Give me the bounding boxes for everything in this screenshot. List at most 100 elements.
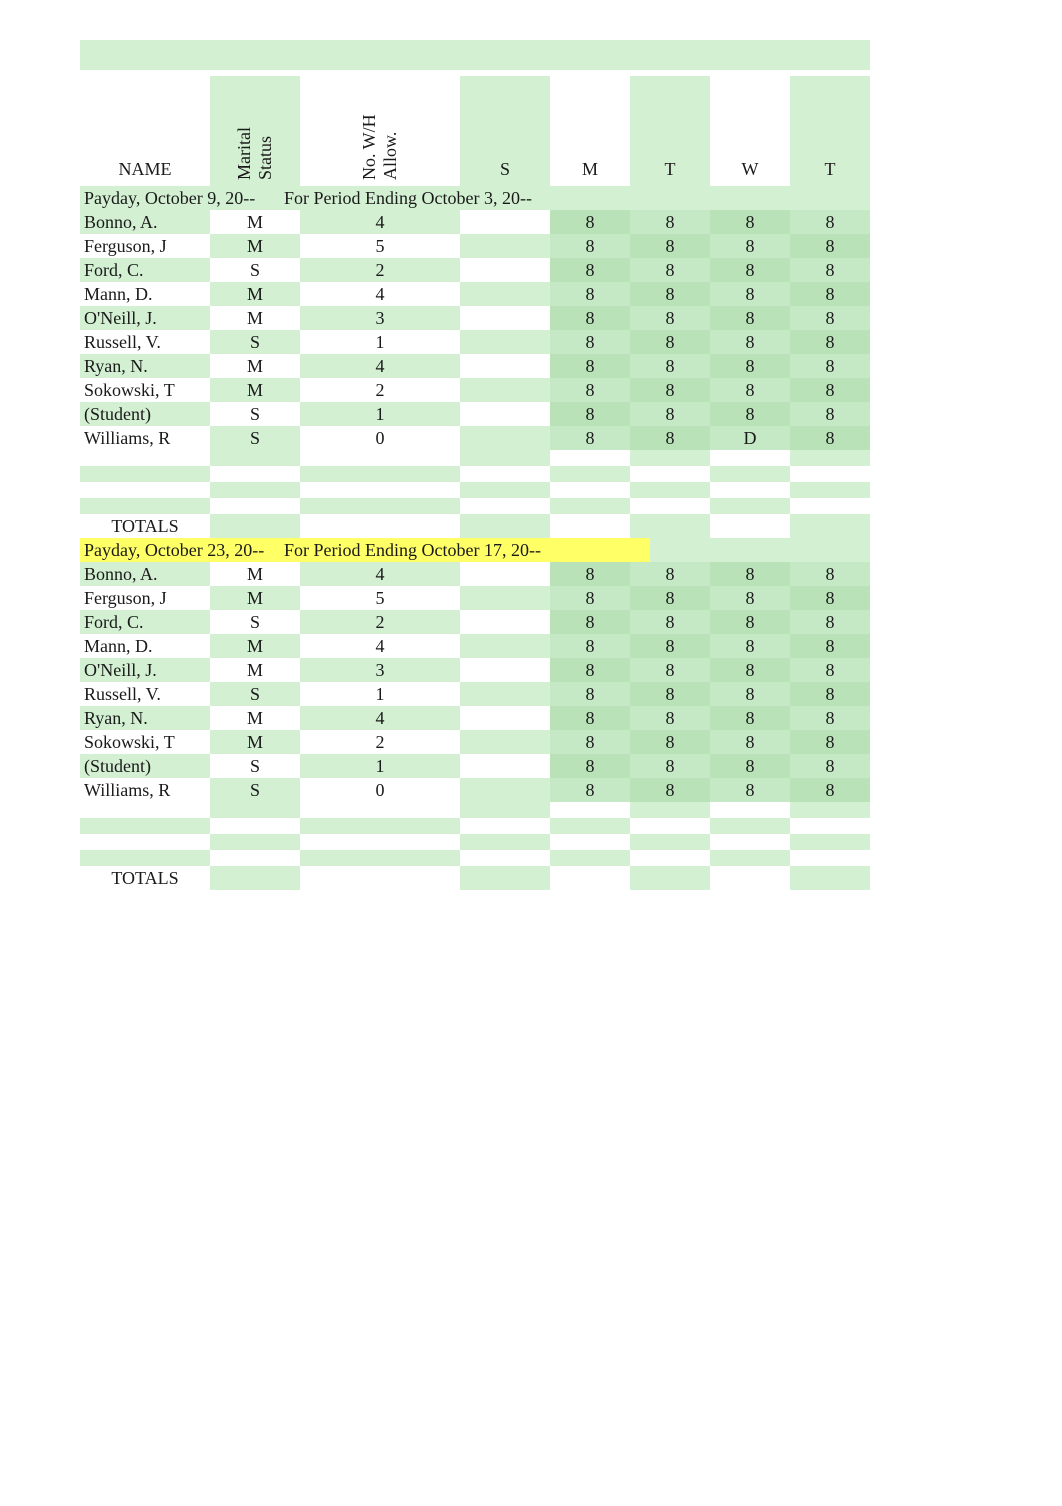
col-wh-allow-label: No. W/H Allow. xyxy=(359,76,401,180)
cell-t1: 8 xyxy=(630,234,710,258)
cell-marital-status: S xyxy=(210,258,300,282)
cell-t2: 8 xyxy=(790,754,870,778)
cell-t2: 8 xyxy=(790,658,870,682)
col-name: NAME xyxy=(80,76,210,186)
cell-s xyxy=(460,730,550,754)
cell-name: Sokowski, T xyxy=(80,730,210,754)
pay-period-section: Payday, October 23, 20-- For Period Endi… xyxy=(80,538,980,890)
table-row: Ferguson, J M 5 8 8 8 8 xyxy=(80,586,980,610)
cell-wh-allow: 4 xyxy=(300,210,460,234)
col-name-label: NAME xyxy=(84,159,206,180)
cell-t1: 8 xyxy=(630,610,710,634)
cell-m: 8 xyxy=(550,730,630,754)
cell-wh-allow: 0 xyxy=(300,778,460,802)
cell-marital-status: M xyxy=(210,282,300,306)
cell-w: 8 xyxy=(710,634,790,658)
cell-marital-status: S xyxy=(210,682,300,706)
cell-w: 8 xyxy=(710,610,790,634)
cell-w: 8 xyxy=(710,706,790,730)
cell-s xyxy=(460,754,550,778)
cell-m: 8 xyxy=(550,562,630,586)
payday-label: Payday, October 23, 20-- xyxy=(84,540,264,561)
cell-m: 8 xyxy=(550,402,630,426)
cell-t2: 8 xyxy=(790,586,870,610)
cell-m: 8 xyxy=(550,778,630,802)
cell-t1: 8 xyxy=(630,730,710,754)
cell-m: 8 xyxy=(550,354,630,378)
cell-t2: 8 xyxy=(790,426,870,450)
cell-marital-status: M xyxy=(210,562,300,586)
cell-name: Williams, R xyxy=(80,778,210,802)
cell-t1: 8 xyxy=(630,586,710,610)
cell-m: 8 xyxy=(550,610,630,634)
cell-w: 8 xyxy=(710,586,790,610)
cell-marital-status: S xyxy=(210,330,300,354)
cell-wh-allow: 4 xyxy=(300,634,460,658)
cell-t1: 8 xyxy=(630,282,710,306)
cell-name: Ferguson, J xyxy=(80,586,210,610)
cell-marital-status: S xyxy=(210,778,300,802)
col-m: M xyxy=(550,76,630,186)
cell-name: O'Neill, J. xyxy=(80,658,210,682)
cell-m: 8 xyxy=(550,426,630,450)
cell-marital-status: M xyxy=(210,378,300,402)
cell-name: Ford, C. xyxy=(80,258,210,282)
cell-w: 8 xyxy=(710,306,790,330)
cell-w: 8 xyxy=(710,234,790,258)
cell-m: 8 xyxy=(550,282,630,306)
cell-t2: 8 xyxy=(790,210,870,234)
period-header-row: Payday, October 9, 20-- For Period Endin… xyxy=(80,186,980,210)
col-t2: T xyxy=(790,76,870,186)
cell-s xyxy=(460,778,550,802)
cell-name: Ferguson, J xyxy=(80,234,210,258)
cell-marital-status: M xyxy=(210,634,300,658)
cell-w: 8 xyxy=(710,330,790,354)
cell-name: Bonno, A. xyxy=(80,562,210,586)
cell-t1: 8 xyxy=(630,378,710,402)
cell-marital-status: S xyxy=(210,610,300,634)
table-row: Bonno, A. M 4 8 8 8 8 xyxy=(80,562,980,586)
table-row: Ryan, N. M 4 8 8 8 8 xyxy=(80,354,980,378)
cell-s xyxy=(460,682,550,706)
cell-w: 8 xyxy=(710,378,790,402)
col-s: S xyxy=(460,76,550,186)
cell-m: 8 xyxy=(550,306,630,330)
cell-m: 8 xyxy=(550,754,630,778)
cell-t1: 8 xyxy=(630,754,710,778)
cell-t1: 8 xyxy=(630,402,710,426)
table-row: Williams, R S 0 8 8 8 8 xyxy=(80,778,980,802)
cell-w: 8 xyxy=(710,658,790,682)
cell-name: Sokowski, T xyxy=(80,378,210,402)
period-label: For Period Ending October 3, 20-- xyxy=(284,188,532,209)
cell-m: 8 xyxy=(550,210,630,234)
cell-t1: 8 xyxy=(630,682,710,706)
cell-s xyxy=(460,586,550,610)
cell-m: 8 xyxy=(550,682,630,706)
totals-row: TOTALS xyxy=(80,514,980,538)
cell-s xyxy=(460,562,550,586)
table-row: Sokowski, T M 2 8 8 8 8 xyxy=(80,378,980,402)
cell-m: 8 xyxy=(550,258,630,282)
cell-t1: 8 xyxy=(630,330,710,354)
cell-name: Russell, V. xyxy=(80,330,210,354)
cell-t2: 8 xyxy=(790,634,870,658)
cell-t1: 8 xyxy=(630,634,710,658)
col-m-label: M xyxy=(582,159,598,180)
cell-wh-allow: 5 xyxy=(300,234,460,258)
table-row: Sokowski, T M 2 8 8 8 8 xyxy=(80,730,980,754)
cell-t2: 8 xyxy=(790,378,870,402)
cell-marital-status: S xyxy=(210,402,300,426)
cell-t2: 8 xyxy=(790,706,870,730)
table-row: Ford, C. S 2 8 8 8 8 xyxy=(80,258,980,282)
cell-marital-status: M xyxy=(210,658,300,682)
cell-m: 8 xyxy=(550,586,630,610)
cell-t2: 8 xyxy=(790,282,870,306)
cell-wh-allow: 1 xyxy=(300,754,460,778)
cell-t2: 8 xyxy=(790,730,870,754)
totals-label: TOTALS xyxy=(111,868,178,889)
cell-t1: 8 xyxy=(630,306,710,330)
cell-marital-status: M xyxy=(210,730,300,754)
cell-s xyxy=(460,258,550,282)
cell-wh-allow: 4 xyxy=(300,706,460,730)
cell-wh-allow: 3 xyxy=(300,658,460,682)
